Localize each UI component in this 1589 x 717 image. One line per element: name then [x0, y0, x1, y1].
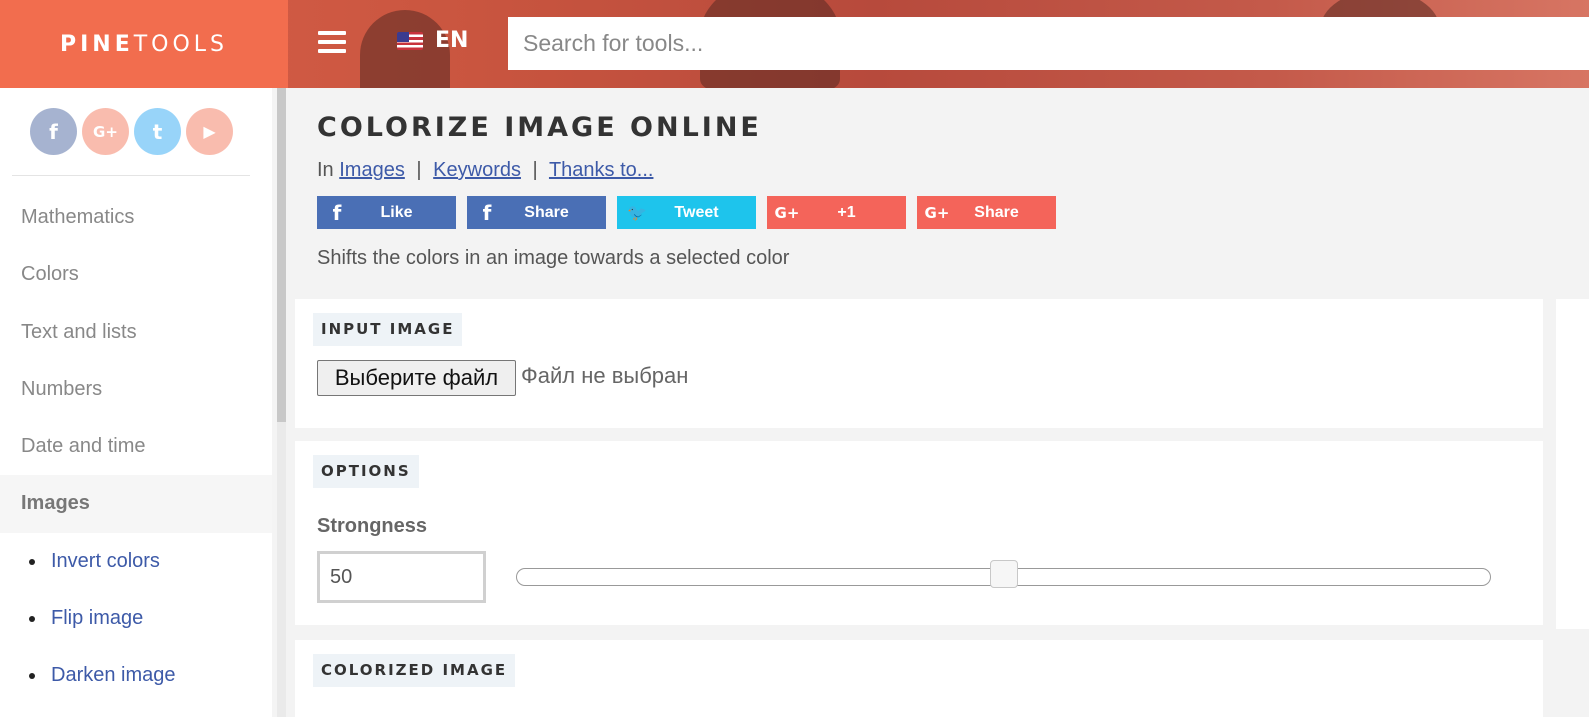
language-selector[interactable]: EN: [397, 28, 468, 53]
search-input[interactable]: [508, 17, 1589, 70]
sidebar-item-images[interactable]: Images: [0, 475, 272, 533]
social-links: f G+ t ▶: [30, 108, 233, 155]
google-plus-icon: G+: [774, 203, 800, 222]
facebook-icon: f: [482, 200, 492, 225]
sidebar: f G+ t ▶ Mathematics Colors Text and lis…: [0, 88, 272, 717]
google-plus-one-button[interactable]: G+ +1: [767, 196, 906, 229]
facebook-icon[interactable]: f: [30, 108, 77, 155]
breadcrumb: In Images | Keywords | Thanks to...: [317, 159, 653, 182]
logo: PINETOOLS: [59, 31, 229, 57]
twitter-icon: 🐦: [627, 203, 647, 222]
sidebar-nav: Mathematics Colors Text and lists Number…: [0, 189, 272, 705]
choose-file-button[interactable]: Выберите файл: [317, 360, 516, 396]
input-image-panel: INPUT IMAGE Выберите файл Файл не выбран: [295, 299, 1543, 428]
sidebar-divider: [12, 175, 250, 176]
main-content: COLORIZE IMAGE ONLINE In Images | Keywor…: [286, 88, 1589, 717]
sidebar-scrollbar-thumb[interactable]: [277, 88, 286, 422]
google-plus-share-button[interactable]: G+ Share: [917, 196, 1056, 229]
twitter-icon[interactable]: t: [134, 108, 181, 155]
share-buttons: f Like f Share 🐦 Tweet G+ +1 G+ Share: [317, 196, 1056, 229]
top-header: PINETOOLS EN: [0, 0, 1589, 88]
breadcrumb-separator: |: [416, 159, 422, 181]
google-plus-icon[interactable]: G+: [82, 108, 129, 155]
facebook-icon: f: [332, 200, 342, 225]
options-label: OPTIONS: [313, 455, 419, 488]
strongness-label: Strongness: [317, 515, 428, 537]
page-title: COLORIZE IMAGE ONLINE: [317, 112, 762, 143]
sidebar-item-date-and-time[interactable]: Date and time: [0, 418, 272, 475]
sidebar-subitem-flip-image[interactable]: Flip image: [0, 590, 272, 647]
google-plus-icon: G+: [924, 203, 950, 222]
file-status: Файл не выбран: [521, 363, 689, 388]
sidebar-subitem-invert-colors[interactable]: Invert colors: [0, 533, 272, 590]
sidebar-item-colors[interactable]: Colors: [0, 246, 272, 303]
options-panel: OPTIONS Strongness: [295, 441, 1543, 625]
sidebar-item-text-and-lists[interactable]: Text and lists: [0, 304, 272, 361]
breadcrumb-thanks-link[interactable]: Thanks to...: [549, 159, 654, 181]
language-label: EN: [435, 28, 469, 53]
breadcrumb-separator: |: [532, 159, 538, 181]
tool-description: Shifts the colors in an image towards a …: [317, 247, 790, 269]
hamburger-icon[interactable]: [318, 31, 346, 55]
strongness-slider-handle[interactable]: [989, 560, 1018, 588]
colorized-image-panel: COLORIZED IMAGE: [295, 640, 1543, 717]
right-sidebar-strip: [1556, 299, 1589, 629]
facebook-like-button[interactable]: f Like: [317, 196, 456, 229]
breadcrumb-images-link[interactable]: Images: [339, 159, 405, 181]
youtube-icon[interactable]: ▶: [186, 108, 233, 155]
facebook-share-button[interactable]: f Share: [467, 196, 606, 229]
sidebar-subitem-darken-image[interactable]: Darken image: [0, 647, 272, 704]
sidebar-item-numbers[interactable]: Numbers: [0, 361, 272, 418]
tweet-button[interactable]: 🐦 Tweet: [617, 196, 756, 229]
strongness-input[interactable]: [317, 551, 486, 603]
sidebar-item-mathematics[interactable]: Mathematics: [0, 189, 272, 246]
breadcrumb-prefix: In: [317, 159, 334, 181]
us-flag-icon: [397, 31, 423, 50]
colorized-image-label: COLORIZED IMAGE: [313, 654, 516, 687]
breadcrumb-keywords-link[interactable]: Keywords: [433, 159, 521, 181]
input-image-label: INPUT IMAGE: [313, 313, 463, 346]
logo-link[interactable]: PINETOOLS: [0, 0, 288, 88]
